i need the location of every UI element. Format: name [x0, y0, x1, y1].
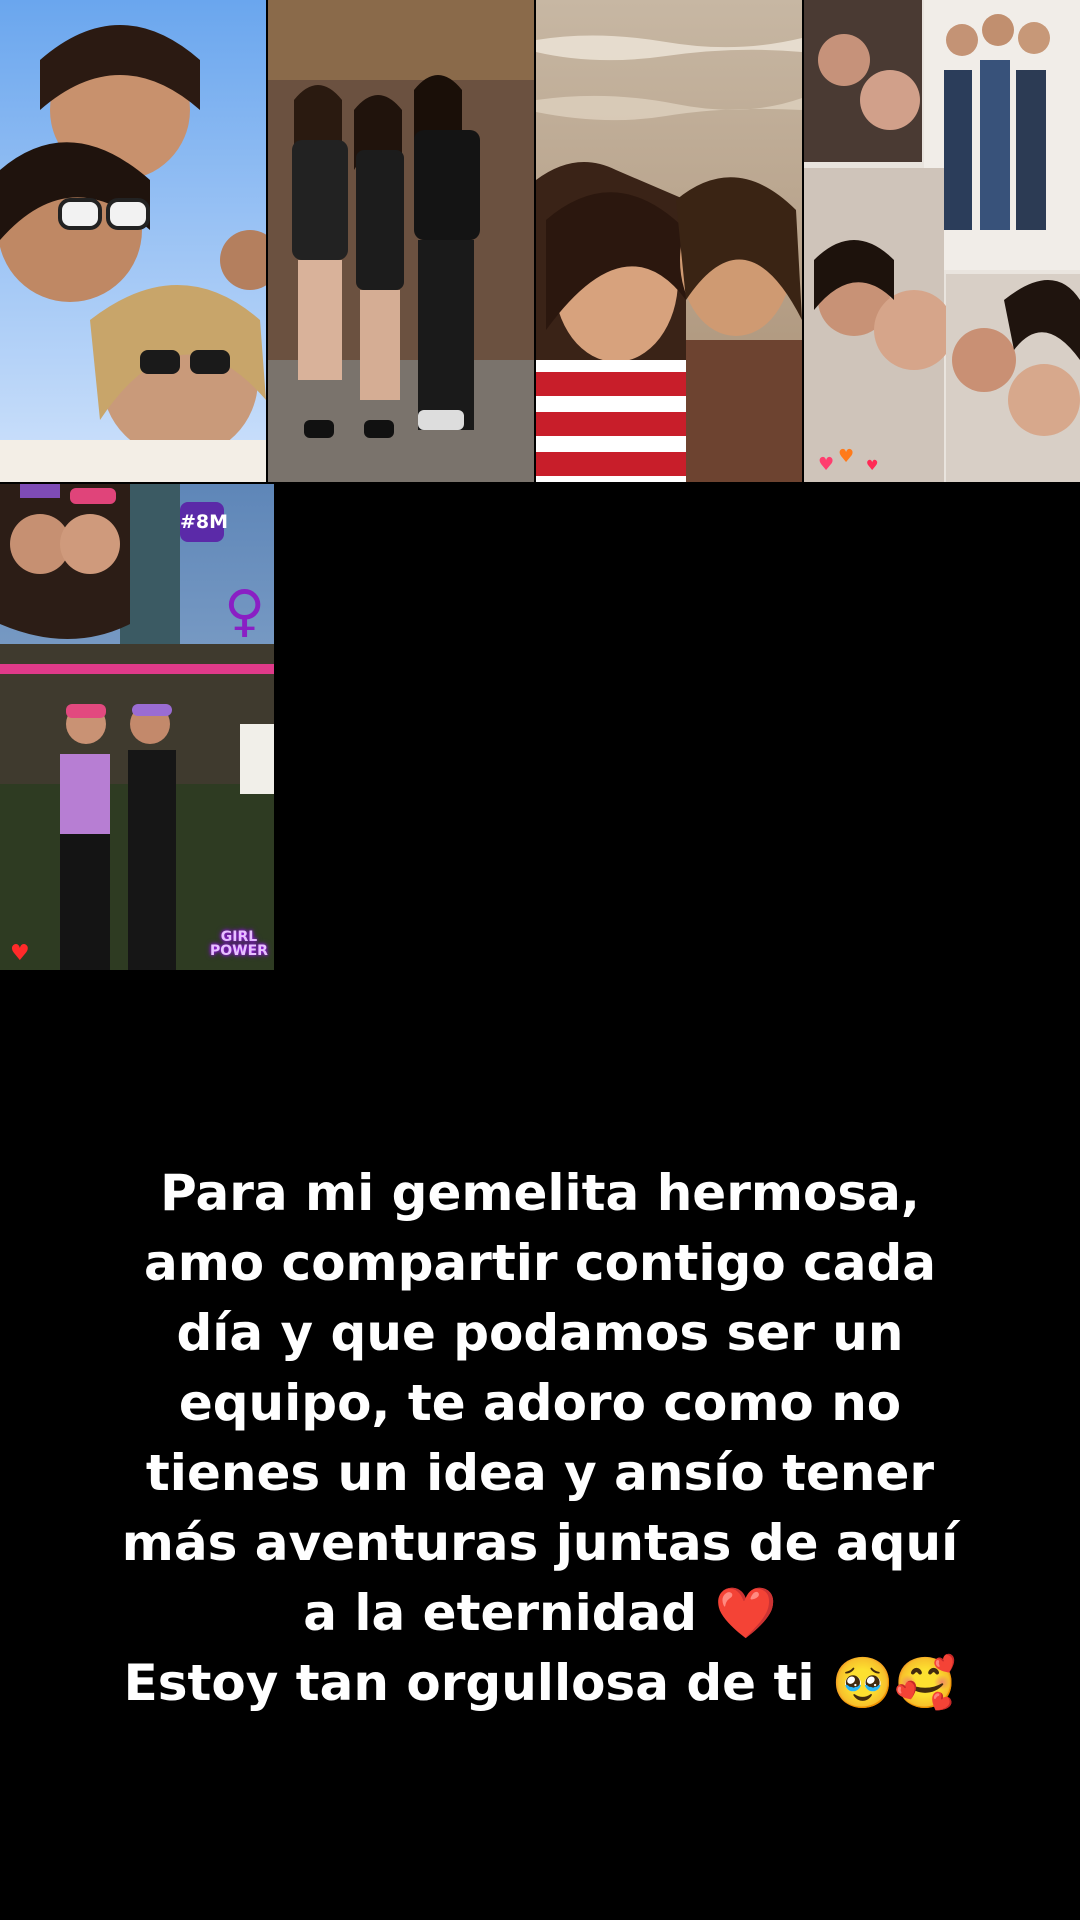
caption-line: a la eternidad ❤️	[303, 1584, 777, 1642]
photo-beach-duo	[536, 0, 802, 482]
photo-collage-friends: ♥ ♥ ♥	[804, 0, 1080, 482]
caption-line: amo compartir contigo cada	[143, 1234, 937, 1292]
caption-line: Para mi gemelita hermosa,	[160, 1164, 920, 1222]
svg-text:♥: ♥	[838, 446, 854, 467]
photo-march-8m: ♥ #8M GIRL POWER	[0, 484, 274, 970]
venus-symbol-icon: ♀	[224, 579, 266, 644]
girl-power-sticker: GIRL POWER	[210, 930, 268, 958]
caption-text: Para mi gemelita hermosa, amo compartir …	[90, 1158, 990, 1718]
caption-line: equipo, te adoro como no	[178, 1374, 902, 1432]
photo-mirror-trio	[268, 0, 534, 482]
girl-power-line2: POWER	[210, 943, 268, 959]
caption-line: día y que podamos ser un	[176, 1304, 904, 1362]
svg-text:♥: ♥	[10, 941, 30, 966]
caption-line: tienes un idea y ansío tener	[145, 1444, 935, 1502]
hashtag-8m-badge: #8M	[180, 502, 228, 542]
svg-text:♥: ♥	[866, 458, 879, 474]
svg-text:♥: ♥	[818, 454, 834, 475]
caption-line: Estoy tan orgullosa de ti 🥹🥰	[123, 1654, 957, 1712]
photo-selfie-sky	[0, 0, 266, 482]
caption-line: más aventuras juntas de aquí	[121, 1514, 959, 1572]
